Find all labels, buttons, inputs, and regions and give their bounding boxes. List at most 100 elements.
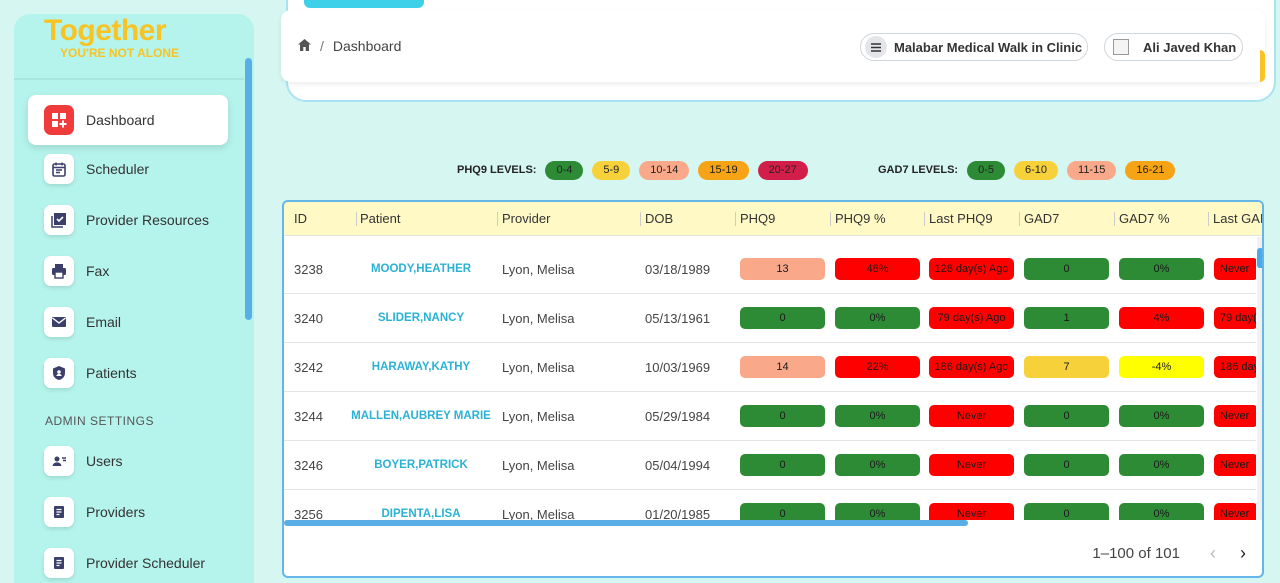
column-header-dob[interactable]: DOB	[645, 211, 673, 226]
table-row[interactable]: 3240 SLIDER,NANCY Lyon, Melisa 05/13/1961 0 0…	[284, 294, 1256, 343]
chevron-left-icon[interactable]: ‹	[1210, 543, 1216, 564]
clinic-selector[interactable]: Malabar Medical Walk in Clinic	[860, 33, 1088, 61]
legend-chip: 11-15	[1067, 160, 1117, 180]
patient-link[interactable]: SLIDER,NANCY	[378, 312, 464, 324]
divider	[14, 78, 244, 80]
sidebar-item-providers[interactable]: Providers	[28, 487, 228, 537]
gad7-score-badge: 7	[1024, 356, 1109, 378]
patient-link[interactable]: MOODY,HEATHER	[371, 263, 471, 275]
sidebar-item-provider-resources[interactable]: Provider Resources	[28, 195, 228, 245]
sidebar-scrollbar[interactable]	[245, 58, 252, 320]
sidebar-item-dashboard[interactable]: Dashboard	[28, 95, 228, 145]
column-header-gad7-pct[interactable]: GAD7 %	[1119, 211, 1170, 226]
user-icon	[44, 446, 74, 476]
sidebar-item-provider-scheduler[interactable]: Provider Scheduler	[28, 538, 228, 583]
cell-provider: Lyon, Melisa	[502, 262, 575, 277]
column-header-id[interactable]: ID	[294, 211, 307, 226]
column-header-patient[interactable]: Patient	[360, 211, 400, 226]
gad7-score-badge: 0	[1024, 405, 1109, 427]
column-header-provider[interactable]: Provider	[502, 211, 550, 226]
gad7-legend-label: GAD7 LEVELS:	[878, 164, 959, 176]
legend-chip: 10-14	[639, 160, 690, 180]
cell-dob: 05/29/1984	[645, 409, 711, 424]
cell-id: 3256	[294, 507, 323, 520]
last-gad7-badge: Never	[1214, 454, 1256, 476]
horizontal-scrollbar[interactable]	[284, 520, 968, 526]
patient-link[interactable]: MALLEN,AUBREY MARIE	[351, 410, 491, 422]
sidebar-item-label: Provider Resources	[86, 212, 209, 228]
patient-link[interactable]: BOYER,PATRICK	[374, 459, 468, 471]
sidebar-item-users[interactable]: Users	[28, 436, 228, 486]
last-gad7-badge: 79 day(s) Ago	[1214, 307, 1256, 329]
table-row[interactable]: 3242 HARAWAY,KATHY Lyon, Melisa 10/03/1969 1…	[284, 343, 1256, 392]
brand-logo[interactable]: Together YOU'RE NOT ALONE	[44, 14, 180, 61]
gad7-score-badge: 0	[1024, 503, 1109, 520]
sidebar-item-label: Patients	[86, 365, 137, 381]
cell-provider: Lyon, Melisa	[502, 360, 575, 375]
table-row[interactable]: 3256 DIPENTA,LISA Lyon, Melisa 01/20/1985 0 0…	[284, 490, 1256, 520]
column-header-last-gad7[interactable]: Last GAD7	[1213, 211, 1262, 226]
column-divider	[1114, 212, 1115, 226]
vertical-scrollbar[interactable]	[1257, 248, 1262, 268]
column-divider	[1208, 212, 1209, 226]
patient-link[interactable]: HARAWAY,KATHY	[372, 361, 470, 373]
phq9-pct-badge: 22%	[835, 356, 920, 378]
sidebar-item-label: Providers	[86, 504, 146, 520]
last-phq9-badge: 186 day(s) Ago	[929, 356, 1014, 378]
sidebar-item-fax[interactable]: Fax	[28, 246, 228, 296]
breadcrumb-current: Dashboard	[332, 38, 402, 54]
cell-dob: 05/13/1961	[645, 311, 711, 326]
pagination-range: 1–100 of 101	[1092, 545, 1180, 562]
chevron-right-icon[interactable]: ›	[1240, 543, 1246, 564]
legend-chip: 20-27	[757, 160, 808, 180]
brand-name: Together	[44, 14, 167, 47]
last-phq9-badge: 128 day(s) Ago	[929, 258, 1014, 280]
gad7-pct-badge: 0%	[1119, 454, 1204, 476]
last-phq9-badge: Never	[929, 405, 1014, 427]
column-divider	[735, 212, 736, 226]
column-header-phq9-pct[interactable]: PHQ9 %	[835, 211, 886, 226]
table-row[interactable]: 3244 MALLEN,AUBREY MARIE Lyon, Melisa 05/29…	[284, 392, 1256, 441]
pagination: 1–100 of 101 ‹ ›	[1092, 543, 1246, 564]
column-divider	[830, 212, 831, 226]
phq9-pct-badge: 0%	[835, 307, 920, 329]
last-phq9-badge: Never	[929, 454, 1014, 476]
gad7-pct-badge: -4%	[1119, 356, 1204, 378]
breadcrumb: / Dashboard	[298, 38, 401, 54]
sidebar-item-scheduler[interactable]: Scheduler	[28, 144, 228, 194]
table-row[interactable]: 3238 MOODY,HEATHER Lyon, Melisa 03/18/1989 1…	[284, 245, 1256, 294]
brand-tagline: YOU'RE NOT ALONE	[60, 46, 180, 60]
sidebar-item-email[interactable]: Email	[28, 297, 228, 347]
cell-id: 3246	[294, 458, 323, 473]
mail-icon	[44, 307, 74, 337]
cell-dob: 03/18/1989	[645, 262, 711, 277]
patient-link[interactable]: DIPENTA,LISA	[381, 508, 460, 520]
phq9-pct-badge: 0%	[835, 405, 920, 427]
column-header-gad7[interactable]: GAD7	[1024, 211, 1059, 226]
table-body: 3238 MOODY,HEATHER Lyon, Melisa 03/18/1989 1…	[284, 237, 1256, 520]
last-gad7-badge: 186 day(s) Ago	[1214, 356, 1256, 378]
calendar-icon	[44, 154, 74, 184]
gad7-pct-badge: 0%	[1119, 258, 1204, 280]
vertical-scrollbar-track[interactable]	[1257, 237, 1262, 520]
user-menu[interactable]: Ali Javed Khan	[1104, 33, 1243, 61]
phq9-score-badge: 0	[740, 503, 825, 520]
column-divider	[497, 212, 498, 226]
printer-icon	[44, 256, 74, 286]
legend-chip: 15-19	[698, 160, 749, 180]
phq9-score-badge: 0	[740, 405, 825, 427]
breadcrumb-separator: /	[320, 38, 324, 54]
phq9-legend-label: PHQ9 LEVELS:	[457, 164, 537, 176]
column-header-phq9[interactable]: PHQ9	[740, 211, 775, 226]
cell-provider: Lyon, Melisa	[502, 458, 575, 473]
sidebar-item-patients[interactable]: Patients	[28, 348, 228, 398]
checklist-icon	[44, 205, 74, 235]
cell-id: 3238	[294, 262, 323, 277]
home-icon[interactable]	[298, 38, 311, 54]
last-phq9-badge: Never	[929, 503, 1014, 520]
cell-id: 3240	[294, 311, 323, 326]
legend-chip: 0-4	[545, 160, 584, 180]
table-row[interactable]: 3246 BOYER,PATRICK Lyon, Melisa 05/04/1994 0…	[284, 441, 1256, 490]
gad7-legend: GAD7 LEVELS: 0-5 6-10 11-15 16-21	[878, 160, 1184, 180]
column-header-last-phq9[interactable]: Last PHQ9	[929, 211, 993, 226]
